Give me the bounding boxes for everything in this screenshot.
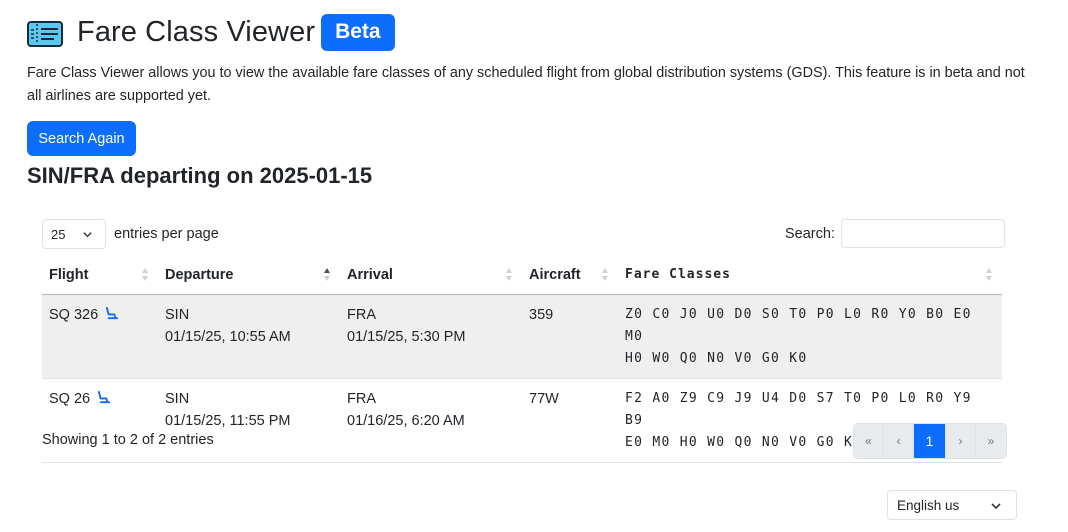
column-header-aircraft[interactable]: Aircraft <box>522 256 618 295</box>
column-header-label: Departure <box>165 266 234 283</box>
arrival-cell: FRA 01/16/25, 6:20 AM <box>340 378 522 463</box>
table-row: SQ 326 SIN 01/15/25, 10:55 AM FRA 01/15/… <box>42 294 1002 379</box>
previous-page-button[interactable]: ‹ <box>884 424 914 458</box>
language-select[interactable]: English us <box>887 490 1017 520</box>
fare-classes-line: H0 W0 Q0 N0 V0 G0 K0 <box>625 350 808 366</box>
route-heading: SIN/FRA departing on 2025-01-15 <box>27 163 373 188</box>
language-value: English us <box>897 497 960 513</box>
arrival-cell: FRA 01/15/25, 5:30 PM <box>340 294 522 379</box>
last-page-button[interactable]: » <box>976 424 1006 458</box>
chevron-down-icon <box>991 503 1001 510</box>
fare-classes-line: Z0 C0 J0 U0 D0 S0 T0 P0 L0 R0 Y0 B0 E0 M… <box>625 306 972 344</box>
column-header-label: Arrival <box>347 266 393 283</box>
search-label: Search: <box>785 225 835 242</box>
page-title: Fare Class Viewer <box>77 16 316 48</box>
departure-time: 01/15/25, 10:55 AM <box>165 328 291 345</box>
column-header-label: Flight <box>49 266 89 283</box>
table-search-control: Search: <box>785 219 1005 248</box>
beta-badge: Beta <box>321 14 395 51</box>
column-header-label: Aircraft <box>529 266 581 283</box>
column-header-fare-classes[interactable]: Fare Classes <box>618 256 1002 295</box>
aircraft-cell: 77W <box>522 378 618 463</box>
seat-icon[interactable] <box>96 390 111 405</box>
departure-cell: SIN 01/15/25, 10:55 AM <box>158 294 340 379</box>
sort-icon <box>602 268 608 281</box>
column-header-departure[interactable]: Departure <box>158 256 340 295</box>
ticket-icon <box>27 20 63 47</box>
departure-cell: SIN 01/15/25, 11:55 PM <box>158 378 340 463</box>
departure-time: 01/15/25, 11:55 PM <box>165 412 291 429</box>
next-page-button[interactable]: › <box>946 424 976 458</box>
sort-icon <box>986 268 992 281</box>
table-info: Showing 1 to 2 of 2 entries <box>42 432 214 448</box>
departure-airport: SIN <box>165 306 190 323</box>
sort-icon <box>506 268 512 281</box>
page-1-button[interactable]: 1 <box>914 424 946 458</box>
arrival-airport: FRA <box>347 306 376 323</box>
first-page-button[interactable]: « <box>854 424 884 458</box>
aircraft-cell: 359 <box>522 294 618 379</box>
column-header-label: Fare Classes <box>625 267 731 283</box>
entries-per-page-control: 25 entries per page <box>42 219 219 249</box>
flight-cell: SQ 326 <box>42 294 158 379</box>
entries-per-page-value: 25 <box>51 226 66 242</box>
column-header-arrival[interactable]: Arrival <box>340 256 522 295</box>
flight-number: SQ 326 <box>49 306 99 323</box>
departure-airport: SIN <box>165 390 190 407</box>
column-header-flight[interactable]: Flight <box>42 256 158 295</box>
entries-per-page-select[interactable]: 25 <box>42 219 106 249</box>
arrival-airport: FRA <box>347 390 376 407</box>
flight-cell: SQ 26 <box>42 378 158 463</box>
chevron-down-icon <box>83 232 92 238</box>
search-input[interactable] <box>840 219 1005 248</box>
sort-ascending-icon <box>324 268 330 281</box>
arrival-time: 01/16/25, 6:20 AM <box>347 412 465 429</box>
pagination: « ‹ 1 › » <box>853 423 1007 459</box>
search-again-button[interactable]: Search Again <box>27 121 136 156</box>
sort-icon <box>142 268 148 281</box>
arrival-time: 01/15/25, 5:30 PM <box>347 328 466 345</box>
page-header: Fare Class Viewer Beta <box>27 14 395 51</box>
page-description: Fare Class Viewer allows you to view the… <box>27 65 1025 104</box>
table-header-row: Flight Departure Arrival Aircraft Fare C… <box>42 256 1002 295</box>
fare-classes-cell: Z0 C0 J0 U0 D0 S0 T0 P0 L0 R0 Y0 B0 E0 M… <box>618 294 1002 379</box>
entries-per-page-label: entries per page <box>114 226 219 242</box>
seat-icon[interactable] <box>104 306 119 321</box>
flight-number: SQ 26 <box>49 390 91 407</box>
